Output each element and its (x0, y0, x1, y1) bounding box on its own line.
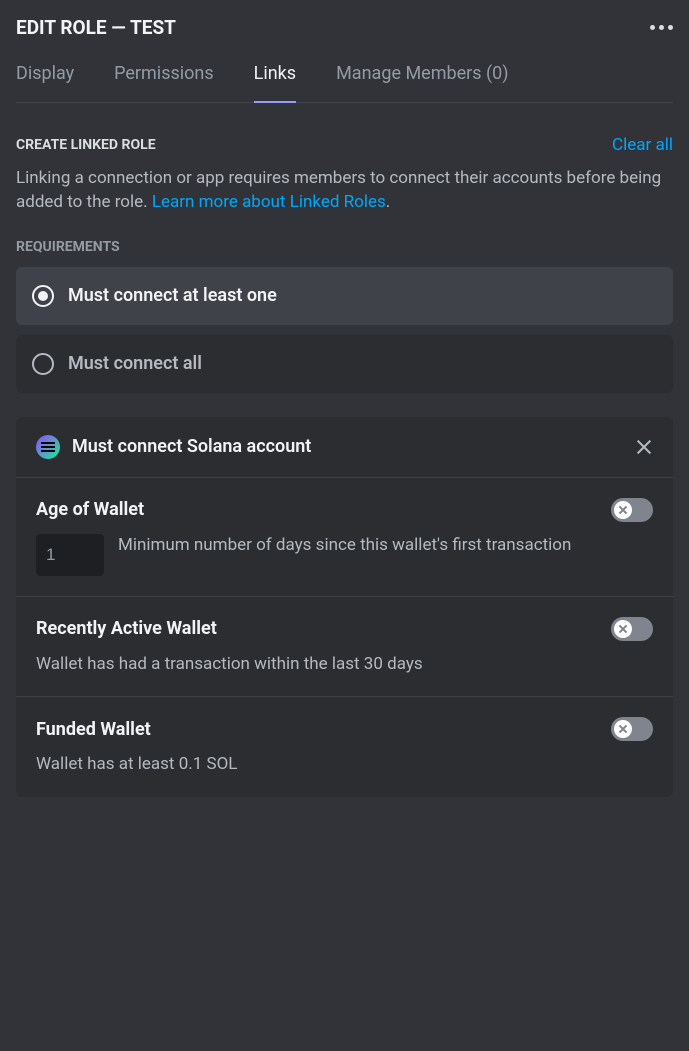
requirement-age: Age of Wallet Minimum number of days sin… (16, 478, 673, 597)
tabs: Display Permissions Links Manage Members… (16, 63, 673, 103)
connection-card: Must connect Solana account Age of Walle… (16, 417, 673, 798)
requirement-desc: Minimum number of days since this wallet… (118, 534, 653, 558)
radio-label: Must connect at least one (68, 285, 277, 306)
radio-connect-all[interactable]: Must connect all (16, 335, 673, 393)
connection-title: Must connect Solana account (72, 436, 311, 457)
section-title: CREATE LINKED ROLE (16, 137, 156, 153)
radio-icon (32, 353, 54, 375)
tab-display[interactable]: Display (16, 63, 74, 102)
age-input[interactable] (36, 534, 104, 576)
learn-more-link[interactable]: Learn more about Linked Roles (152, 192, 386, 212)
requirement-title: Funded Wallet (36, 719, 151, 740)
tab-links[interactable]: Links (254, 63, 296, 102)
radio-icon (32, 285, 54, 307)
close-icon[interactable] (635, 438, 653, 456)
page-title: EDIT ROLE — TEST (16, 16, 176, 39)
solana-icon (36, 435, 60, 459)
requirement-active: Recently Active Wallet Wallet has had a … (16, 597, 673, 698)
section-description: Linking a connection or app requires mem… (16, 167, 673, 215)
toggle-funded[interactable] (611, 717, 653, 741)
requirement-desc: Wallet has at least 0.1 SOL (36, 753, 653, 777)
tab-manage-members[interactable]: Manage Members (0) (336, 63, 508, 102)
requirement-title: Age of Wallet (36, 499, 144, 520)
requirement-desc: Wallet has had a transaction within the … (36, 653, 653, 677)
radio-connect-one[interactable]: Must connect at least one (16, 267, 673, 325)
toggle-active[interactable] (611, 617, 653, 641)
more-icon[interactable] (650, 25, 673, 30)
clear-all-link[interactable]: Clear all (612, 135, 673, 155)
requirement-title: Recently Active Wallet (36, 618, 217, 639)
tab-permissions[interactable]: Permissions (114, 63, 214, 102)
requirements-title: REQUIREMENTS (16, 239, 673, 255)
requirement-funded: Funded Wallet Wallet has at least 0.1 SO… (16, 697, 673, 797)
toggle-age[interactable] (611, 498, 653, 522)
radio-label: Must connect all (68, 353, 202, 374)
